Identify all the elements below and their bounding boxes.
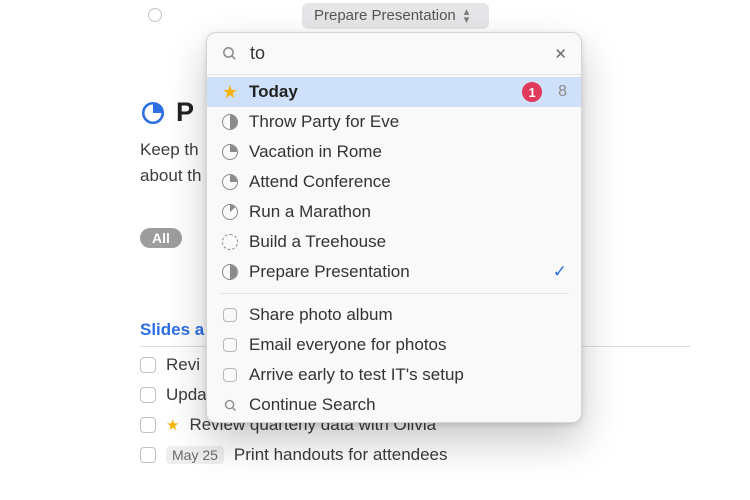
results-primary: ★ Today 18 Throw Party for Eve Vacation in R… xyxy=(207,75,581,289)
item-count: 8 xyxy=(558,83,567,101)
progress-half-icon xyxy=(222,264,238,280)
task-checkbox[interactable] xyxy=(140,387,156,403)
task-title: Print handouts for attendees xyxy=(234,445,448,465)
result-row[interactable]: Throw Party for Eve xyxy=(207,107,581,137)
filter-all-label: All xyxy=(152,230,170,246)
star-icon: ★ xyxy=(166,416,179,434)
page-title: P xyxy=(176,97,194,128)
search-icon xyxy=(223,398,238,413)
page-title-row: P xyxy=(140,97,194,128)
quick-open-popover: ✕ ★ Today 18 Throw Party for Eve Vacation in… xyxy=(206,32,582,423)
task-date: May 25 xyxy=(166,446,224,464)
progress-quarter-icon xyxy=(222,144,238,160)
progress-quarter-icon xyxy=(222,174,238,190)
result-title: Arrive early to test IT's setup xyxy=(249,365,567,385)
search-icon xyxy=(221,45,238,62)
clear-icon[interactable]: ✕ xyxy=(554,45,567,63)
checkmark-icon: ✓ xyxy=(553,262,567,282)
todo-box-icon xyxy=(223,308,237,322)
result-row[interactable]: Share photo album xyxy=(207,300,581,330)
project-pie-icon xyxy=(140,100,166,126)
project-chip-label: Prepare Presentation xyxy=(314,3,456,29)
result-title: Prepare Presentation xyxy=(249,262,543,282)
result-row[interactable]: Run a Marathon xyxy=(207,197,581,227)
search-input[interactable] xyxy=(248,42,544,65)
result-row[interactable]: Prepare Presentation ✓ xyxy=(207,257,581,287)
result-row[interactable]: Attend Conference xyxy=(207,167,581,197)
task-checkbox[interactable] xyxy=(140,447,156,463)
task-checkbox[interactable] xyxy=(140,417,156,433)
result-title: Share photo album xyxy=(249,305,567,325)
result-row[interactable]: Continue Search xyxy=(207,390,581,420)
section-heading-link[interactable]: Slides a xyxy=(140,320,204,340)
result-title: Email everyone for photos xyxy=(249,335,567,355)
due-badge: 1 xyxy=(522,82,542,102)
result-title: Attend Conference xyxy=(249,172,567,192)
results-divider xyxy=(219,293,569,294)
result-title: Run a Marathon xyxy=(249,202,567,222)
progress-half-icon xyxy=(222,114,238,130)
result-title: Build a Treehouse xyxy=(249,232,567,252)
task-checkbox[interactable] xyxy=(140,357,156,373)
search-row: ✕ xyxy=(207,33,581,75)
result-row[interactable]: Arrive early to test IT's setup xyxy=(207,360,581,390)
result-row[interactable]: Email everyone for photos xyxy=(207,330,581,360)
todo-box-icon xyxy=(223,338,237,352)
task-row[interactable]: May 25 Print handouts for attendees xyxy=(140,445,690,465)
results-secondary: Share photo album Email everyone for phot… xyxy=(207,298,581,422)
result-title: Throw Party for Eve xyxy=(249,112,567,132)
result-row[interactable]: Build a Treehouse xyxy=(207,227,581,257)
chevron-up-down-icon: ▴▾ xyxy=(464,8,470,24)
filter-all-pill[interactable]: All xyxy=(140,228,182,248)
result-title: Continue Search xyxy=(249,395,567,415)
task-title: Revi xyxy=(166,355,200,375)
result-title: Today xyxy=(249,82,512,102)
result-row[interactable]: Vacation in Rome xyxy=(207,137,581,167)
star-icon: ★ xyxy=(222,83,238,101)
result-title: Vacation in Rome xyxy=(249,142,567,162)
progress-eighth-icon xyxy=(222,204,238,220)
new-task-checkbox[interactable] xyxy=(148,8,162,22)
project-chip[interactable]: Prepare Presentation ▴▾ xyxy=(302,3,489,29)
progress-dashed-icon xyxy=(222,234,238,250)
todo-box-icon xyxy=(223,368,237,382)
result-row[interactable]: ★ Today 18 xyxy=(207,77,581,107)
